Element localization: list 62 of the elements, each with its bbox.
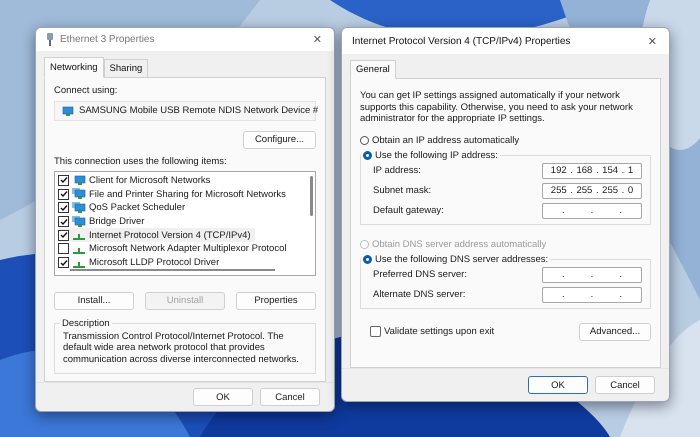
ip-address-field[interactable]: 192 . 168 . 154 . 1 [542, 162, 642, 178]
monitors-icon [72, 188, 86, 200]
radio-button[interactable] [363, 150, 372, 160]
radio-label: Obtain DNS server address automatically [372, 238, 546, 250]
checkbox[interactable] [58, 243, 69, 254]
description-text: Transmission Control Protocol/Internet Protocol. The default wide area network protocol that provides communication across diverse interconnected networks. [63, 330, 300, 366]
dialog-button[interactable]: OK [528, 376, 588, 394]
list-item[interactable]: Client for Microsoft Networks [58, 174, 312, 188]
checkbox[interactable] [58, 202, 69, 214]
tab[interactable]: Networking [44, 56, 104, 78]
close-button[interactable]: ✕ [644, 34, 661, 48]
plug-icon [46, 32, 54, 46]
checkbox[interactable] [370, 326, 381, 337]
field-label: Subnet mask: [373, 185, 432, 196]
scrollbar[interactable] [310, 176, 313, 216]
tab[interactable]: Sharing [104, 58, 148, 78]
field-label: Alternate DNS server: [373, 289, 466, 300]
monitors-icon [72, 202, 86, 214]
action-button[interactable]: Install... [54, 292, 134, 310]
action-button[interactable]: Properties [236, 292, 316, 310]
list-item[interactable]: File and Printer Sharing for Microsoft Networks [58, 187, 312, 202]
checkbox-label: Validate settings upon exit [384, 326, 494, 337]
device-field: SAMSUNG Mobile USB Remote NDIS Network Device # [54, 100, 316, 121]
window-title: Internet Protocol Version 4 (TCP/IPv4) Properties [352, 36, 572, 46]
list-item[interactable]: Microsoft Network Adapter Multiplexor Protocol [58, 242, 312, 256]
monitor-icon [60, 104, 74, 117]
dialog-button[interactable]: Cancel [595, 376, 655, 394]
items-label: This connection uses the following items: [54, 156, 227, 167]
advanced-button[interactable]: Advanced... [579, 322, 651, 340]
field-label: Default gateway: [373, 205, 444, 216]
dialog-button[interactable]: OK [193, 388, 253, 406]
configure-button[interactable]: Configure... [243, 130, 316, 149]
close-button[interactable]: ✕ [308, 32, 326, 46]
list-item[interactable]: Internet Protocol Version 4 (TCP/IPv4) [58, 228, 255, 242]
monitors-icon [72, 216, 86, 228]
intro-text: You can get IP settings assigned automatically if your network supports this capability. Otherwise, you need to ask your network administrator for the appropriate IP settings. [360, 90, 634, 124]
list-item[interactable]: Bridge Driver [58, 214, 312, 228]
connect-using-label: Connect using: [54, 84, 118, 96]
ip-address-field[interactable]: . . . [542, 266, 642, 282]
window-title: Ethernet 3 Properties [60, 34, 156, 45]
list-item[interactable]: Microsoft LLDP Protocol Driver [58, 256, 312, 270]
ip-address-field[interactable]: . . . [542, 286, 642, 302]
radio-label: Use the following DNS server addresses: [375, 254, 548, 264]
list-item[interactable]: QoS Packet Scheduler [58, 201, 312, 215]
ip-address-field[interactable]: . . . [542, 202, 642, 218]
checkbox[interactable] [58, 188, 69, 200]
tab[interactable]: General [350, 60, 396, 79]
checkbox[interactable] [58, 257, 69, 268]
checkbox[interactable] [58, 216, 69, 228]
checkbox[interactable] [58, 230, 69, 241]
radio-button[interactable] [363, 254, 372, 264]
radio-label: Obtain an IP address automatically [372, 134, 520, 146]
radio-button[interactable] [360, 136, 369, 144]
ip-address-field[interactable]: 255 . 255 . 255 . 0 [542, 182, 642, 198]
field-label: Preferred DNS server: [373, 269, 467, 280]
dialog-button[interactable]: Cancel [260, 388, 320, 406]
group-title: Description [61, 318, 111, 329]
monitor-icon [72, 174, 86, 186]
checkbox[interactable] [58, 174, 69, 186]
radio-label: Use the following IP address: [375, 150, 498, 160]
scrollbar[interactable] [70, 268, 275, 271]
field-label: IP address: [373, 165, 421, 176]
